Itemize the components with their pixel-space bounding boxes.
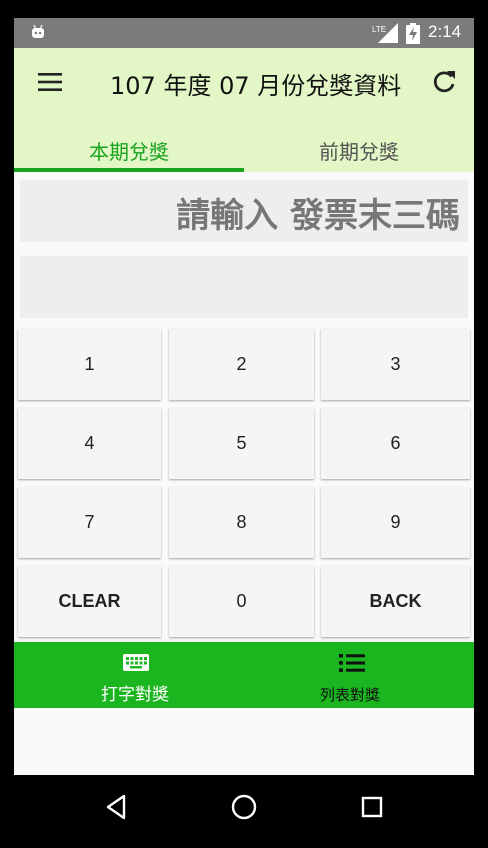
nav-typing-check[interactable]: 打字對獎 (14, 642, 244, 708)
android-icon (32, 24, 44, 38)
nav-list-check[interactable]: 列表對獎 (244, 642, 474, 708)
key-7[interactable]: 7 (18, 487, 161, 558)
bottom-navigation: 打字對獎 列表對獎 (14, 642, 474, 708)
battery-charging-icon (406, 23, 420, 44)
tab-previous-period[interactable]: 前期兌獎 (244, 140, 474, 172)
status-clock: 2:14 (428, 22, 462, 41)
back-button[interactable]: BACK (321, 566, 470, 637)
status-bar: LTE 2:14 (14, 18, 474, 48)
system-navigation-bar (0, 775, 488, 848)
clear-button[interactable]: CLEAR (18, 566, 161, 637)
empty-content-area (14, 708, 474, 775)
key-9[interactable]: 9 (321, 487, 470, 558)
phone-screen: LTE 2:14 107 年度 07 月份兌獎資料 本期兌獎 前期兌獎 請輸入 … (14, 18, 474, 775)
key-1[interactable]: 1 (18, 329, 161, 400)
nav-list-check-label: 列表對獎 (320, 686, 381, 704)
key-6[interactable]: 6 (321, 408, 470, 479)
back-triangle-icon[interactable] (104, 793, 128, 821)
hamburger-menu-icon[interactable] (36, 70, 64, 94)
key-8[interactable]: 8 (169, 487, 314, 558)
refresh-icon[interactable] (430, 68, 458, 96)
key-2[interactable]: 2 (169, 329, 314, 400)
number-input-display[interactable]: 請輸入 發票末三碼 (20, 180, 468, 242)
tab-indicator (14, 168, 244, 172)
recent-apps-square-icon[interactable] (360, 793, 384, 821)
key-5[interactable]: 5 (169, 408, 314, 479)
list-icon (339, 654, 365, 672)
page-title: 107 年度 07 月份兌獎資料 (110, 72, 402, 100)
home-circle-icon[interactable] (230, 793, 258, 821)
key-3[interactable]: 3 (321, 329, 470, 400)
app-bar: 107 年度 07 月份兌獎資料 本期兌獎 前期兌獎 (14, 48, 474, 172)
key-0[interactable]: 0 (169, 566, 314, 637)
lte-signal-icon: LTE (372, 23, 398, 43)
keyboard-icon (123, 654, 149, 671)
key-4[interactable]: 4 (18, 408, 161, 479)
result-display (20, 256, 468, 318)
input-prompt: 請輸入 發票末三碼 (176, 196, 460, 236)
nav-typing-check-label: 打字對獎 (101, 685, 169, 705)
network-label: LTE (372, 25, 386, 34)
